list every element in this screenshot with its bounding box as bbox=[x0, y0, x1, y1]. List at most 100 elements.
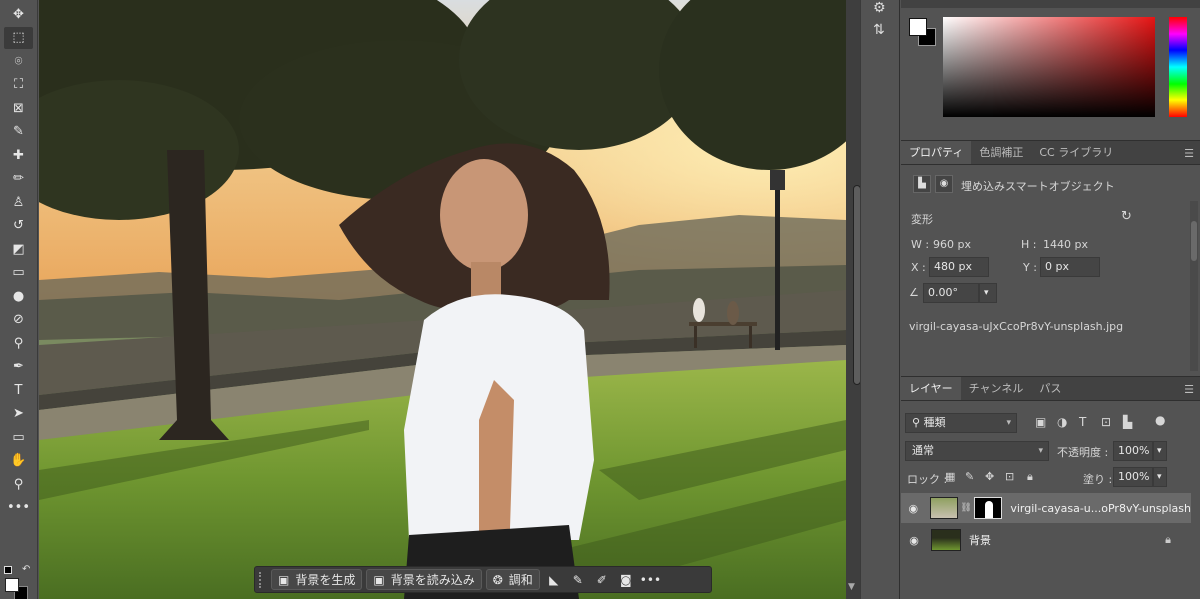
generate-background-button[interactable]: ▣ 背景を生成 bbox=[271, 569, 363, 590]
clone-stamp-tool-icon[interactable]: ♙ bbox=[4, 191, 33, 213]
burn-tool-icon[interactable]: ⚲ bbox=[4, 332, 33, 354]
object-type-label: 埋め込みスマートオブジェクト bbox=[961, 180, 1115, 193]
taskbar-grip-handle[interactable] bbox=[259, 571, 265, 588]
tab-adjustments[interactable]: 色調補正 bbox=[971, 141, 1031, 164]
object-selection-tool-icon[interactable]: ⌾ bbox=[4, 50, 33, 72]
panel-icon-strip: ⚙ ⇅ bbox=[860, 0, 900, 599]
lock-transparency-icon[interactable]: ▦ bbox=[945, 470, 955, 483]
opacity-input[interactable]: 100% bbox=[1113, 441, 1153, 461]
layer-row-smart-object[interactable]: ◉ ⛓ virgil-cayasa-u...oPr8vY-unsplash bbox=[901, 493, 1191, 523]
fill-dropdown[interactable]: ▾ bbox=[1153, 467, 1167, 487]
harmonize-button[interactable]: ❂ 調和 bbox=[485, 569, 540, 590]
layer-filter-select[interactable]: ⚲ 種類 ▾ bbox=[905, 413, 1017, 433]
tab-paths[interactable]: パス bbox=[1031, 377, 1069, 400]
eraser-tool-icon[interactable]: ◩ bbox=[4, 238, 33, 260]
path-selection-tool-icon[interactable]: ➤ bbox=[4, 403, 33, 425]
rectangle-tool-icon[interactable]: ▭ bbox=[4, 426, 33, 448]
more-tools-icon[interactable]: ••• bbox=[4, 497, 33, 519]
filter-adjustment-icon[interactable]: ◑ bbox=[1057, 415, 1067, 429]
y-position-input[interactable]: 0 px bbox=[1040, 257, 1100, 277]
mask-thumbnail-icon[interactable]: ◉ bbox=[935, 175, 953, 193]
type-tool-icon[interactable]: T bbox=[4, 379, 33, 401]
zoom-tool-icon[interactable]: ⚲ bbox=[4, 473, 33, 495]
tab-cc-libraries[interactable]: CC ライブラリ bbox=[1031, 141, 1121, 164]
swap-colors-icon[interactable]: ↶ bbox=[22, 564, 30, 575]
rectangular-marquee-tool-icon[interactable]: ⬚ bbox=[4, 26, 33, 49]
blend-mode-select[interactable]: 通常 ▾ bbox=[905, 441, 1049, 461]
reset-transform-icon[interactable]: ↻ bbox=[1121, 209, 1132, 224]
visibility-eye-icon[interactable]: ◉ bbox=[901, 534, 927, 547]
angle-input[interactable]: 0.00° bbox=[923, 283, 979, 303]
eyedropper-tool-icon[interactable]: ✎ bbox=[4, 121, 33, 143]
fill-bucket-icon[interactable]: ◣ bbox=[544, 573, 564, 587]
layers-panel-menu-icon[interactable]: ☰ bbox=[1184, 383, 1194, 396]
spot-healing-brush-tool-icon[interactable]: ✚ bbox=[4, 144, 33, 166]
photoshop-window: ✥ ⬚ ⌾ ⛶ ⊠ ✎ ✚ ✏ ♙ ↺ ◩ ▭ ● ⊘ ⚲ ✒ T ➤ ▭ ✋ ⚲ ••• bbox=[0, 0, 1200, 599]
filter-shape-icon[interactable]: ⊡ bbox=[1101, 415, 1111, 429]
mask-icon[interactable]: ◙ bbox=[616, 573, 636, 587]
lock-pixels-icon[interactable]: ✎ bbox=[965, 470, 974, 483]
filter-toggle-icon[interactable]: ● bbox=[1155, 413, 1165, 427]
hue-slider[interactable] bbox=[1169, 17, 1187, 117]
transform-heading: 変形 bbox=[911, 213, 933, 226]
properties-scrollbar[interactable] bbox=[1190, 201, 1198, 371]
actions-panel-icon[interactable]: ⇅ bbox=[873, 22, 885, 38]
visibility-eye-icon[interactable]: ◉ bbox=[901, 502, 926, 515]
brush-tool-icon[interactable]: ✏ bbox=[4, 168, 33, 190]
lock-label: ロック : bbox=[907, 473, 948, 486]
brush-add-icon[interactable]: ✐ bbox=[592, 573, 612, 587]
brush-icon[interactable]: ✎ bbox=[568, 573, 588, 587]
lock-position-icon[interactable]: ✥ bbox=[985, 470, 994, 483]
foreground-color-swatch[interactable] bbox=[909, 18, 927, 36]
filter-smart-object-icon[interactable]: ▙ bbox=[1123, 415, 1132, 429]
properties-panel: プロパティ 色調補正 CC ライブラリ ☰ ▙ ◉ 埋め込みスマートオブジェクト… bbox=[901, 140, 1200, 375]
default-colors-icon[interactable] bbox=[4, 566, 12, 574]
pen-tool-icon[interactable]: ✒ bbox=[4, 356, 33, 378]
tab-channels[interactable]: チャンネル bbox=[961, 377, 1032, 400]
right-panels: プロパティ 色調補正 CC ライブラリ ☰ ▙ ◉ 埋め込みスマートオブジェクト… bbox=[901, 0, 1200, 599]
frame-tool-icon[interactable]: ⊠ bbox=[4, 97, 33, 119]
lock-all-icon[interactable]: 🔒︎ bbox=[1027, 470, 1033, 484]
color-panel bbox=[901, 0, 1200, 140]
properties-scrollbar-thumb[interactable] bbox=[1191, 221, 1197, 261]
layer-mask-thumbnail[interactable] bbox=[973, 497, 1003, 519]
fill-input[interactable]: 100% bbox=[1113, 467, 1153, 487]
import-background-button[interactable]: ▣ 背景を読み込み bbox=[366, 569, 482, 590]
opacity-dropdown[interactable]: ▾ bbox=[1153, 441, 1167, 461]
angle-dropdown[interactable]: ▾ bbox=[979, 283, 997, 303]
tab-layers[interactable]: レイヤー bbox=[901, 377, 961, 400]
dodge-tool-icon[interactable]: ⊘ bbox=[4, 309, 33, 331]
layer-row-background[interactable]: ◉ 背景 🔒︎ bbox=[901, 525, 1191, 555]
filter-pixel-icon[interactable]: ▣ bbox=[1035, 415, 1046, 429]
height-value[interactable]: 1440 px bbox=[1043, 238, 1088, 251]
history-panel-icon[interactable]: ⚙ bbox=[873, 0, 886, 16]
lock-artboard-icon[interactable]: ⊡ bbox=[1005, 470, 1014, 483]
tab-properties[interactable]: プロパティ bbox=[901, 141, 972, 164]
layer-name[interactable]: 背景 bbox=[969, 532, 991, 548]
chevron-down-icon[interactable]: ▼ bbox=[848, 582, 855, 592]
blur-tool-icon[interactable]: ● bbox=[4, 285, 33, 307]
crop-tool-icon[interactable]: ⛶ bbox=[4, 74, 33, 96]
toolbar-foreground-swatch[interactable] bbox=[5, 578, 19, 592]
lock-icon[interactable]: 🔒︎ bbox=[1165, 533, 1171, 547]
move-tool-icon[interactable]: ✥ bbox=[4, 3, 33, 25]
more-options-icon[interactable]: ••• bbox=[640, 573, 661, 587]
document-canvas[interactable]: ▣ 背景を生成 ▣ 背景を読み込み ❂ 調和 ◣ ✎ ✐ ◙ ••• bbox=[39, 0, 846, 599]
filter-type-icon[interactable]: T bbox=[1079, 415, 1086, 429]
x-label: X : bbox=[911, 261, 926, 274]
link-icon[interactable]: ⛓ bbox=[960, 503, 971, 513]
x-position-input[interactable]: 480 px bbox=[929, 257, 989, 277]
gradient-tool-icon[interactable]: ▭ bbox=[4, 262, 33, 284]
width-value[interactable]: 960 px bbox=[933, 238, 971, 251]
chevron-down-icon: ▾ bbox=[1038, 446, 1043, 456]
image-icon: ▣ bbox=[278, 572, 290, 587]
layers-panel: レイヤー チャンネル パス ☰ ⚲ 種類 ▾ ▣ ◑ T ⊡ ▙ ● 通常 ▾ … bbox=[901, 376, 1200, 599]
panel-menu-icon[interactable]: ☰ bbox=[1184, 147, 1194, 160]
color-picker-field[interactable] bbox=[943, 17, 1155, 117]
history-brush-tool-icon[interactable]: ↺ bbox=[4, 215, 33, 237]
layer-thumbnail bbox=[931, 529, 961, 551]
smart-object-icon: ▙ bbox=[913, 175, 931, 193]
canvas-vertical-scrollbar[interactable]: ▼ bbox=[846, 0, 861, 599]
hand-tool-icon[interactable]: ✋ bbox=[4, 450, 33, 472]
layer-name[interactable]: virgil-cayasa-u...oPr8vY-unsplash bbox=[1010, 502, 1191, 515]
